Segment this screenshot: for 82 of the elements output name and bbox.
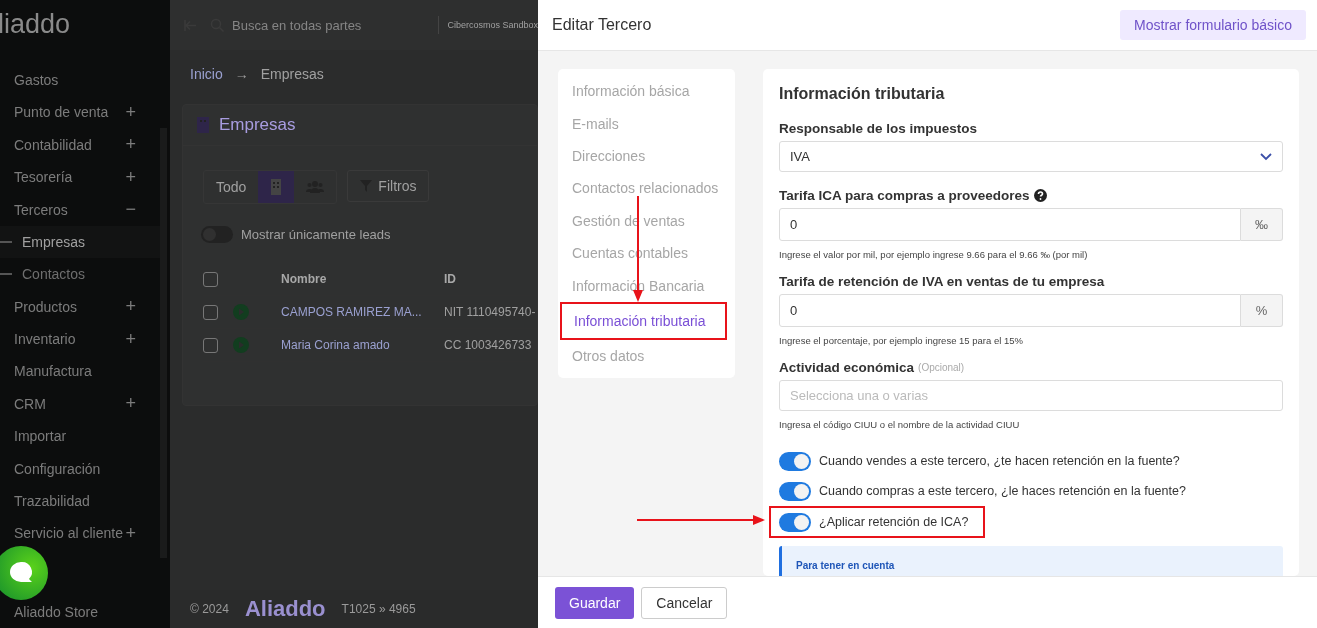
toggle-switch[interactable] bbox=[779, 451, 811, 471]
drawer-title: Editar Tercero bbox=[552, 16, 652, 34]
input-field[interactable]: 0 bbox=[779, 294, 1241, 327]
row-checkbox[interactable] bbox=[203, 304, 218, 320]
sidebar-subitem[interactable]: Contactos bbox=[0, 258, 160, 291]
search-field[interactable]: Busca en todas partes bbox=[210, 17, 425, 33]
tax-select[interactable]: IVA bbox=[779, 141, 1283, 172]
sidebar-item[interactable]: Manufactura bbox=[0, 355, 160, 388]
footer-logo: Aliaddo bbox=[244, 596, 326, 622]
save-button[interactable]: Guardar bbox=[555, 586, 635, 619]
sidebar-item[interactable]: Gastos bbox=[0, 63, 160, 97]
expand-toggle[interactable]: + bbox=[125, 393, 136, 415]
nav-item[interactable]: E-mails bbox=[558, 107, 735, 140]
sidebar-item[interactable]: Inventario + bbox=[0, 322, 160, 356]
unit-addon: % bbox=[1241, 294, 1283, 327]
nav-item[interactable]: Contactos relacionados bbox=[558, 172, 735, 205]
field-hint: Ingrese el porcentaje, por ejemplo ingrese 15 para el 15% bbox=[779, 335, 1024, 346]
help-icon[interactable] bbox=[1033, 189, 1047, 202]
expand-toggle[interactable]: + bbox=[125, 328, 136, 350]
sidebar-item[interactable]: Aliaddo Store bbox=[0, 595, 123, 628]
table-cell[interactable]: Maria Corina amado bbox=[281, 338, 444, 352]
card-title: Empresas bbox=[219, 115, 296, 135]
chevron-down-icon bbox=[1260, 152, 1272, 161]
field-label: Tarifa ICA para compras a proveedores bbox=[779, 188, 1030, 203]
field-hint: Ingrese el valor por mil, por ejemplo ingrese 9.66 para el 9.66 ‰ (por mil) bbox=[779, 249, 1089, 260]
sidebar-item[interactable]: Terceros − bbox=[0, 193, 160, 226]
toggle-label: ¿Aplicar retención de ICA? bbox=[819, 515, 969, 529]
sidebar-item[interactable]: Productos + bbox=[0, 290, 160, 323]
column-header: Nombre bbox=[281, 272, 328, 286]
basic-form-button[interactable]: Mostrar formulario básico bbox=[1120, 10, 1306, 40]
building-icon bbox=[197, 117, 209, 133]
nav-item[interactable]: Direcciones bbox=[558, 139, 735, 173]
toggle-label: Mostrar únicamente leads bbox=[241, 227, 391, 242]
breadcrumb-item: → bbox=[234, 66, 249, 82]
building-icon bbox=[270, 179, 283, 195]
activity-select[interactable]: Selecciona una o varias bbox=[779, 380, 1283, 411]
expand-toggle[interactable]: + bbox=[125, 166, 136, 188]
sidebar-item[interactable]: Configuración bbox=[0, 452, 160, 485]
section-title: Información tributaria bbox=[779, 85, 946, 103]
expand-toggle[interactable]: + bbox=[125, 134, 136, 156]
copyright: © 2024 bbox=[190, 602, 229, 616]
field-label: Tarifa de retención de IVA en ventas de tu empresa bbox=[779, 274, 1105, 289]
expand-toggle[interactable]: − bbox=[125, 199, 136, 220]
filter-button[interactable]: Filtros bbox=[347, 170, 430, 202]
expand-toggle[interactable]: + bbox=[125, 101, 136, 123]
chat-button[interactable] bbox=[0, 546, 48, 600]
sidebar-item[interactable]: Servicio al cliente+ bbox=[0, 517, 160, 550]
toggle-switch[interactable] bbox=[779, 481, 811, 501]
select-all-checkbox[interactable] bbox=[203, 271, 218, 287]
sidebar-item[interactable]: CRM + bbox=[0, 387, 160, 421]
sidebar-item[interactable]: Tesorería + bbox=[0, 160, 160, 194]
field-label: Responsable de los impuestos bbox=[779, 121, 979, 136]
toggle-label: Cuando compras a este tercero, ¿le haces retención en la fuente? bbox=[819, 484, 1186, 498]
sidebar-item[interactable]: Contabilidad + bbox=[0, 128, 160, 161]
row-checkbox[interactable] bbox=[203, 337, 218, 353]
field-label: Actividad económica bbox=[779, 360, 915, 375]
sidebar-subitem[interactable]: Empresas bbox=[0, 225, 160, 259]
sidebar-item[interactable]: Punto de venta + bbox=[0, 96, 160, 129]
logo: liaddo bbox=[0, 8, 72, 42]
cancel-button[interactable]: Cancelar bbox=[641, 586, 728, 619]
expand-toggle[interactable]: + bbox=[125, 522, 136, 544]
nav-item[interactable]: Otros datos bbox=[558, 339, 735, 373]
chat-icon bbox=[8, 561, 34, 585]
nav-item[interactable]: Información tributaria bbox=[560, 301, 727, 340]
sidebar-item[interactable]: Trazabilidad bbox=[0, 484, 160, 518]
breadcrumb-item[interactable]: Inicio bbox=[190, 66, 223, 82]
optional-tag: (Opcional) bbox=[918, 362, 965, 373]
column-header: ID bbox=[444, 272, 457, 286]
toggle-switch[interactable] bbox=[779, 512, 811, 532]
table-cell: NIT 1110495740- bbox=[444, 305, 537, 319]
sidebar-item[interactable]: Importar bbox=[0, 420, 160, 453]
expand-toggle[interactable]: + bbox=[125, 296, 136, 318]
field-hint: Ingresa el código CIUU o el nombre de la actividad CIUU bbox=[779, 419, 1021, 430]
nav-item[interactable]: Información básica bbox=[558, 75, 735, 108]
notice-title: Para tener en cuenta bbox=[796, 560, 896, 571]
breadcrumb-item: Empresas bbox=[260, 66, 324, 82]
table-cell-text: CC 1003426733 bbox=[444, 338, 533, 352]
input-field[interactable]: 0 bbox=[779, 208, 1241, 241]
version: T1025 » 4965 bbox=[341, 602, 416, 616]
table-cell[interactable]: CAMPOS RAMIREZ MA... bbox=[281, 305, 444, 319]
toggle-label: Cuando vendes a este tercero, ¿te hacen retención en la fuente? bbox=[819, 454, 1180, 468]
unit-addon: ‰ bbox=[1241, 208, 1283, 241]
